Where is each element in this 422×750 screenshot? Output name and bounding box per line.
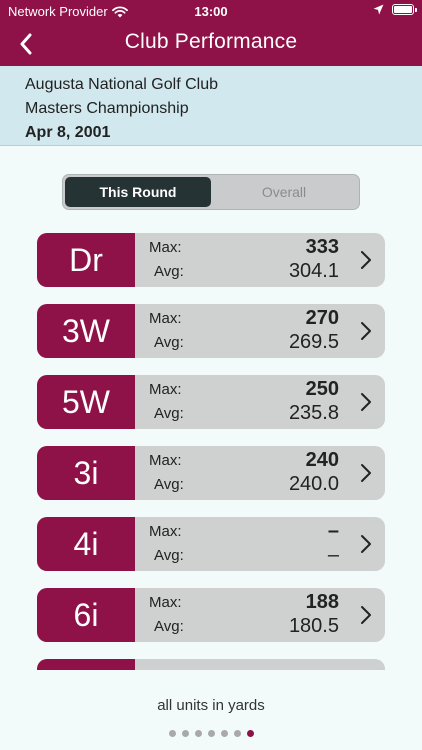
chevron-right-icon xyxy=(361,393,371,411)
max-value: 270 xyxy=(305,307,339,329)
avg-label: Avg: xyxy=(154,476,184,493)
club-label: 4i xyxy=(37,517,135,571)
status-right xyxy=(373,4,417,15)
max-label: Max: xyxy=(149,523,182,540)
avg-label: Avg: xyxy=(154,405,184,422)
page-dot xyxy=(194,730,202,737)
avg-value: 180.5 xyxy=(288,615,339,637)
event-name: Masters Championship xyxy=(25,100,189,117)
round-info-panel: Augusta National Golf Club Masters Champ… xyxy=(0,66,422,146)
max-label: Max: xyxy=(149,381,182,398)
avg-value: 269.5 xyxy=(288,331,339,353)
units-note: all units in yards xyxy=(157,697,265,714)
club-row-6i[interactable]: 6i Max: Avg: 188 180.5 xyxy=(37,588,385,642)
chevron-right-icon xyxy=(361,606,371,624)
page-dot xyxy=(168,730,176,737)
club-row-3w[interactable]: 3W Max: Avg: 270 269.5 xyxy=(37,304,385,358)
max-label: Max: xyxy=(149,594,182,611)
club-row-5w[interactable]: 5W Max: Avg: 250 235.8 xyxy=(37,375,385,429)
max-value: – xyxy=(327,520,339,542)
max-label: Max: xyxy=(149,239,182,256)
round-date: Apr 8, 2001 xyxy=(25,124,111,141)
chevron-right-icon xyxy=(361,535,371,553)
max-label: Max: xyxy=(149,310,182,327)
page-indicator[interactable] xyxy=(0,730,422,737)
avg-value: 304.1 xyxy=(288,260,339,282)
avg-label: Avg: xyxy=(154,547,184,564)
club-row-3i[interactable]: 3i Max: Avg: 240 240.0 xyxy=(37,446,385,500)
status-bar: Network Provider 13:00 xyxy=(0,0,422,22)
club-label: 3W xyxy=(37,304,135,358)
avg-label: Avg: xyxy=(154,618,184,635)
club-label xyxy=(37,659,135,670)
view-segmented-control: This Round Overall xyxy=(62,174,360,210)
course-name: Augusta National Golf Club xyxy=(25,76,218,93)
segment-this-round[interactable]: This Round xyxy=(65,177,211,207)
page-dot xyxy=(246,730,254,737)
chevron-right-icon xyxy=(361,251,371,269)
club-label: 5W xyxy=(37,375,135,429)
avg-value: – xyxy=(327,544,339,566)
club-label: Dr xyxy=(37,233,135,287)
club-label: 3i xyxy=(37,446,135,500)
segment-overall[interactable]: Overall xyxy=(211,177,357,207)
club-list: Dr Max: Avg: 333 304.1 3W Max: Avg: 270 … xyxy=(0,233,422,670)
page-title: Club Performance xyxy=(124,30,298,53)
status-time: 13:00 xyxy=(194,4,228,19)
page-dot xyxy=(220,730,228,737)
max-value: 240 xyxy=(305,449,339,471)
battery-icon xyxy=(392,4,417,15)
chevron-right-icon xyxy=(361,464,371,482)
header: Network Provider 13:00 Club Performance xyxy=(0,0,422,66)
location-arrow-icon xyxy=(373,4,384,15)
max-value: 250 xyxy=(305,378,339,400)
page-dot xyxy=(181,730,189,737)
page-dot xyxy=(207,730,215,737)
avg-value: 235.8 xyxy=(288,402,339,424)
max-value: 333 xyxy=(305,236,339,258)
club-row-dr[interactable]: Dr Max: Avg: 333 304.1 xyxy=(37,233,385,287)
club-label: 6i xyxy=(37,588,135,642)
max-label: Max: xyxy=(149,452,182,469)
club-row-4i[interactable]: 4i Max: Avg: – – xyxy=(37,517,385,571)
chevron-right-icon xyxy=(361,322,371,340)
page-dot xyxy=(233,730,241,737)
avg-label: Avg: xyxy=(154,263,184,280)
avg-value: 240.0 xyxy=(288,473,339,495)
club-row-partial[interactable] xyxy=(37,659,385,670)
avg-label: Avg: xyxy=(154,334,184,351)
max-value: 188 xyxy=(305,591,339,613)
nav-bar: Club Performance xyxy=(0,22,422,66)
